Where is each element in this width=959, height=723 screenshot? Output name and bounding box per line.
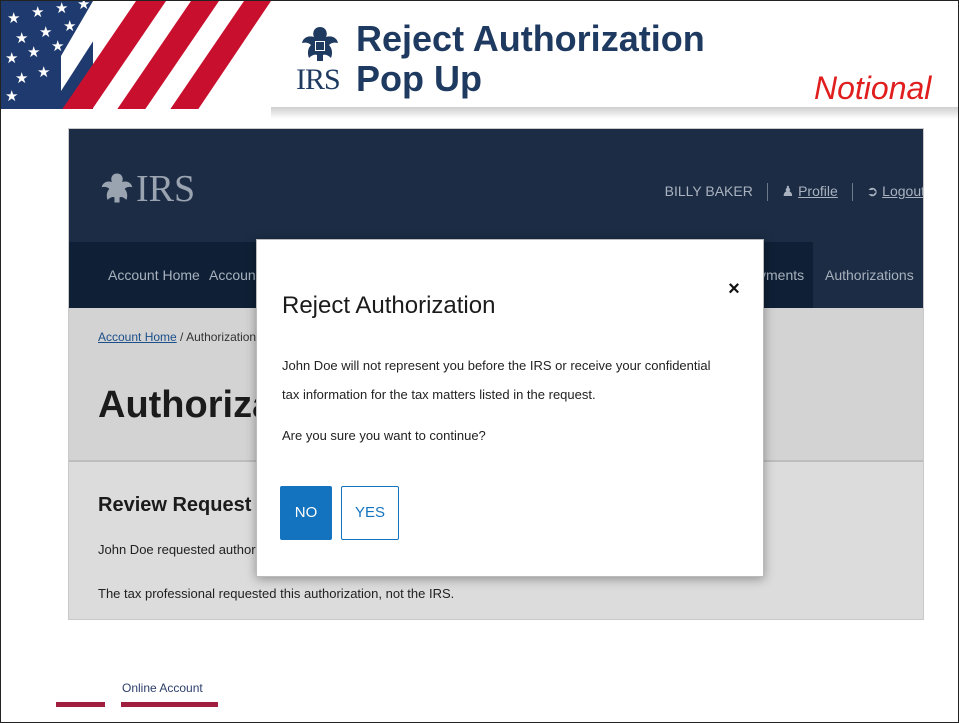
slide: ★ ★ ★ ★ ★ ★ ★ ★ ★ ★ ★ ★ ★ IRS Reject Authorizati…: [0, 0, 959, 723]
nav-payments[interactable]: yments: [759, 242, 804, 308]
review-text: John Doe requested authorizat: [98, 542, 276, 557]
slide-title-line2: Pop Up: [356, 58, 482, 99]
svg-text:★: ★: [7, 9, 20, 27]
no-button[interactable]: NO: [280, 486, 332, 540]
divider: [766, 183, 768, 202]
nav-account-home[interactable]: Account Home: [108, 242, 200, 308]
modal-question: Are you sure you want to continue?: [282, 428, 486, 443]
profile-link[interactable]: Profile: [798, 183, 838, 199]
breadcrumb-separator: /: [180, 330, 184, 344]
logout-icon: ➲: [866, 183, 879, 199]
logout-link[interactable]: Logout: [882, 183, 923, 199]
user-area: BILLY BAKER ♟ Profile ➲ Logout: [664, 183, 923, 202]
footer-bar: [121, 702, 218, 707]
us-flag-graphic: ★ ★ ★ ★ ★ ★ ★ ★ ★ ★ ★ ★ ★: [1, 1, 271, 109]
eagle-icon: [101, 173, 133, 203]
modal-message: John Doe will not represent you before t…: [282, 358, 711, 402]
close-icon[interactable]: ×: [723, 278, 745, 300]
svg-text:★: ★: [55, 1, 68, 17]
reject-authorization-modal: Reject Authorization × John Doe will not…: [256, 239, 764, 577]
irs-logo-text: IRS: [296, 63, 341, 96]
svg-text:★: ★: [37, 63, 50, 81]
breadcrumb-home[interactable]: Account Home: [98, 330, 177, 344]
svg-text:★: ★: [77, 1, 90, 13]
site-header: IRS BILLY BAKER ♟ Profile ➲ Logout: [69, 129, 923, 242]
svg-text:★: ★: [27, 43, 40, 61]
header-shadow: [271, 107, 958, 119]
svg-text:★: ★: [5, 49, 18, 67]
footer-label: Online Account: [122, 681, 203, 695]
user-name: BILLY BAKER: [664, 183, 753, 199]
slide-title-line1: Reject Authorization: [356, 18, 705, 59]
svg-text:★: ★: [51, 37, 64, 55]
svg-text:★: ★: [15, 69, 28, 87]
svg-text:★: ★: [5, 87, 18, 105]
yes-button[interactable]: YES: [341, 486, 399, 540]
user-icon: ♟: [781, 183, 795, 199]
divider: [851, 183, 853, 202]
modal-title: Reject Authorization: [282, 292, 496, 319]
breadcrumb: Account Home / Authorizations: [98, 330, 262, 344]
notional-label: Notional: [814, 70, 932, 106]
review-note: The tax professional requested this auth…: [98, 586, 455, 601]
site-logo-text: IRS: [136, 168, 196, 210]
svg-text:★: ★: [31, 3, 44, 21]
svg-text:★: ★: [63, 17, 76, 35]
eagle-icon: [302, 27, 338, 61]
footer-bar: [56, 702, 105, 707]
irs-logo: IRS: [296, 25, 344, 101]
slide-header: ★ ★ ★ ★ ★ ★ ★ ★ ★ ★ ★ ★ ★ IRS Reject Authorizati…: [1, 1, 958, 119]
nav-authorizations[interactable]: Authorizations: [813, 242, 923, 308]
breadcrumb-current: Authorizations: [186, 330, 263, 344]
